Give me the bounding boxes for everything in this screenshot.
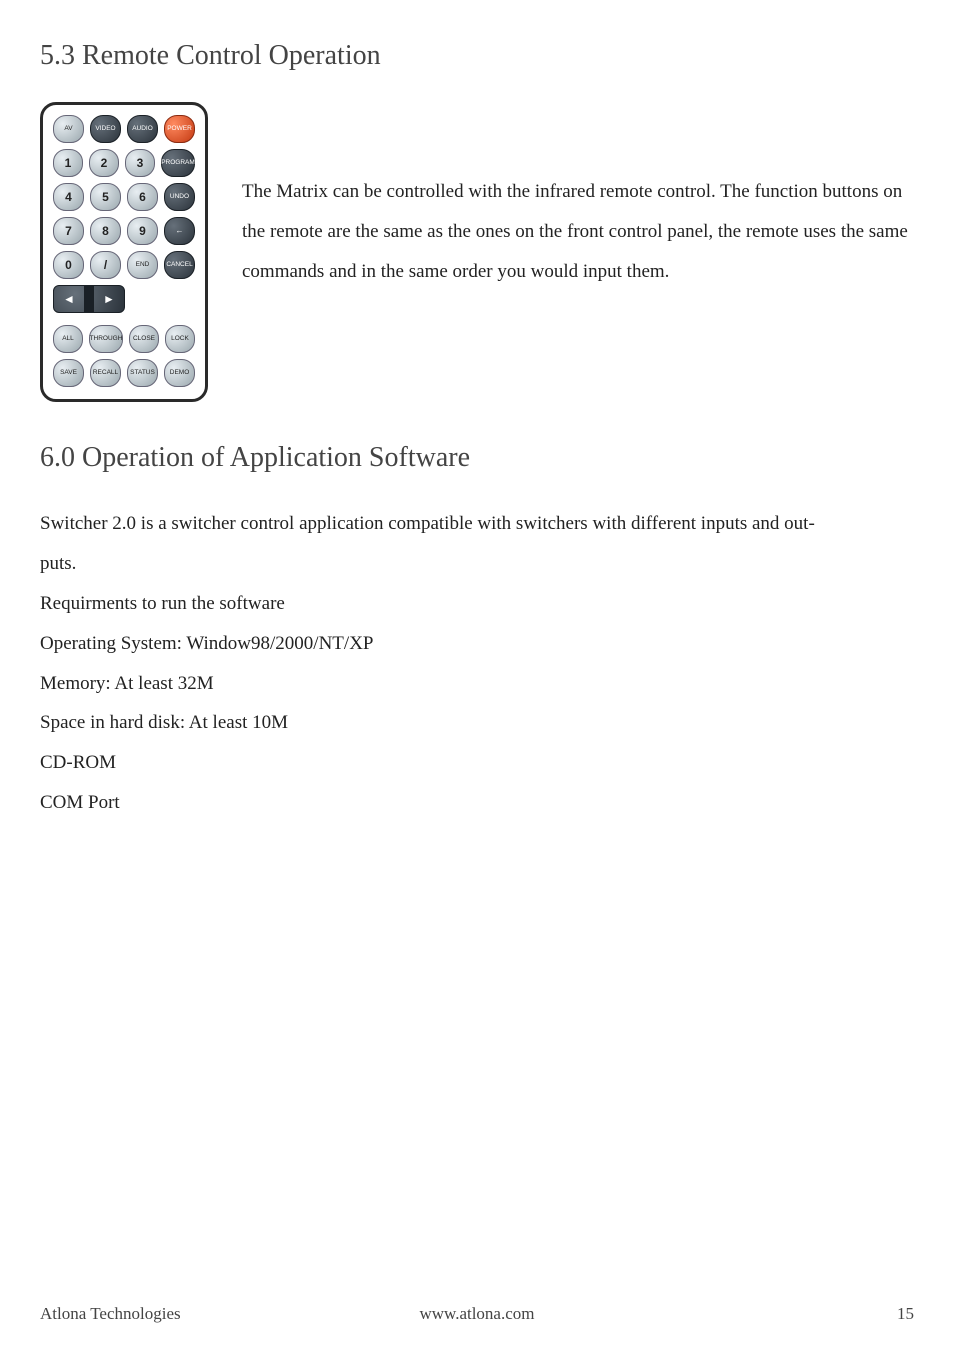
- remote-btn-lock: LOCK: [165, 325, 195, 353]
- remote-arrow-bar: ◄ ►: [53, 285, 125, 313]
- remote-btn-status: STATUS: [127, 359, 158, 387]
- remote-btn-through: THROUGH: [89, 325, 123, 353]
- remote-control-diagram: AV VIDEO AUDIO POWER 1 2 3 PROGRAM 4 5 6…: [40, 102, 208, 402]
- body-line: COM Port: [40, 783, 914, 823]
- body-line: Space in hard disk: At least 10M: [40, 703, 914, 743]
- remote-btn-slash: /: [90, 251, 121, 279]
- remote-btn-0: 0: [53, 251, 84, 279]
- remote-btn-video: VIDEO: [90, 115, 121, 143]
- remote-arrow-right: ►: [94, 286, 124, 312]
- remote-btn-4: 4: [53, 183, 84, 211]
- section-60-title: 6.0 Operation of Application Software: [40, 442, 914, 474]
- footer-center: www.atlona.com: [0, 1304, 954, 1324]
- remote-arrow-left: ◄: [54, 286, 84, 312]
- remote-btn-9: 9: [127, 217, 158, 245]
- remote-btn-power: POWER: [164, 115, 195, 143]
- remote-btn-back: ←: [164, 217, 195, 245]
- remote-btn-demo: DEMO: [164, 359, 195, 387]
- section-60-body: Switcher 2.0 is a switcher control appli…: [40, 504, 914, 823]
- body-line: Switcher 2.0 is a switcher control appli…: [40, 504, 914, 544]
- remote-btn-1: 1: [53, 149, 83, 177]
- remote-btn-5: 5: [90, 183, 121, 211]
- body-line: Memory: At least 32M: [40, 664, 914, 704]
- section-53-paragraph: The Matrix can be controlled with the in…: [242, 102, 914, 292]
- remote-btn-all: ALL: [53, 325, 83, 353]
- body-line: Requirments to run the software: [40, 584, 914, 624]
- remote-btn-av: AV: [53, 115, 84, 143]
- page-footer: Atlona Technologies www.atlona.com 15: [0, 1304, 954, 1324]
- remote-btn-7: 7: [53, 217, 84, 245]
- remote-btn-close: CLOSE: [129, 325, 159, 353]
- section-53-title: 5.3 Remote Control Operation: [40, 40, 914, 72]
- remote-btn-6: 6: [127, 183, 158, 211]
- remote-btn-undo: UNDO: [164, 183, 195, 211]
- remote-btn-3: 3: [125, 149, 155, 177]
- remote-btn-2: 2: [89, 149, 119, 177]
- remote-btn-recall: RECALL: [90, 359, 121, 387]
- remote-btn-save: SAVE: [53, 359, 84, 387]
- remote-btn-program: PROGRAM: [161, 149, 195, 177]
- remote-btn-end: END: [127, 251, 158, 279]
- remote-btn-8: 8: [90, 217, 121, 245]
- body-line: puts.: [40, 544, 914, 584]
- body-line: Operating System: Window98/2000/NT/XP: [40, 624, 914, 664]
- remote-btn-audio: AUDIO: [127, 115, 158, 143]
- body-line: CD-ROM: [40, 743, 914, 783]
- remote-btn-cancel: CANCEL: [164, 251, 195, 279]
